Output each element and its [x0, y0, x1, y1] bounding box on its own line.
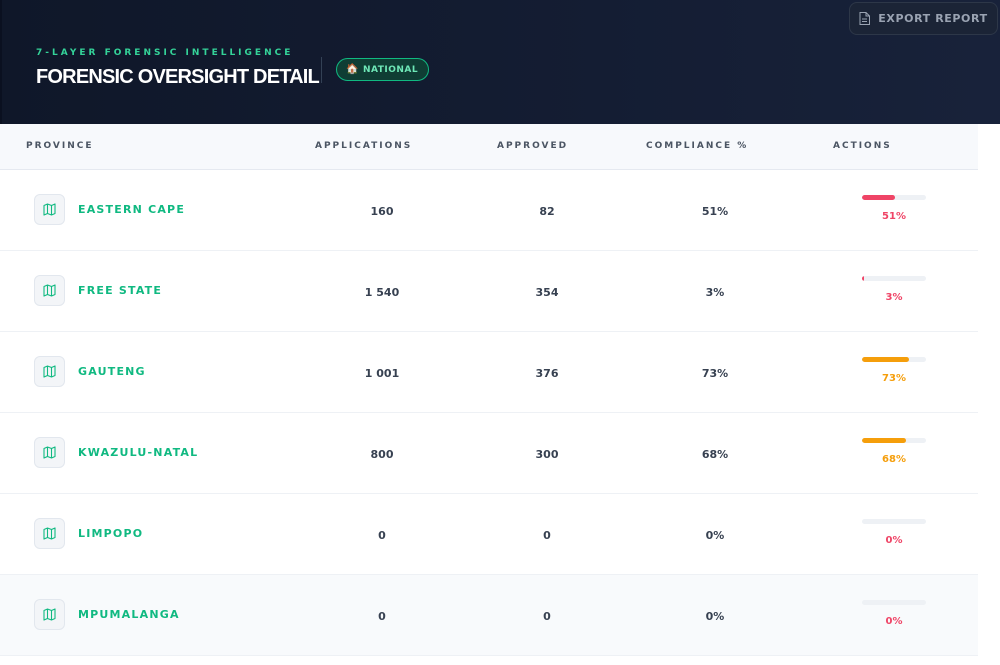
compliance-progress-bar — [862, 600, 926, 605]
map-icon — [34, 437, 65, 468]
applications-value: 160 — [370, 205, 394, 218]
compliance-progress-bar — [862, 357, 926, 362]
export-report-label: EXPORT REPORT — [878, 12, 988, 25]
page-eyebrow: 7-LAYER FORENSIC INTELLIGENCE — [36, 48, 294, 58]
compliance-progress-bar — [862, 438, 926, 443]
province-name-link[interactable]: FREE STATE — [78, 284, 162, 297]
compliance-progress-bar — [862, 519, 926, 524]
column-header-approved: APPROVED — [497, 141, 569, 151]
column-header-compliance: COMPLIANCE % — [646, 141, 749, 151]
table-row: KWAZULU-NATAL 800 300 68% 68% — [0, 413, 978, 494]
province-name-link[interactable]: GAUTENG — [78, 365, 146, 378]
document-icon — [859, 12, 871, 25]
applications-value: 1 001 — [364, 367, 400, 380]
table-row: EASTERN CAPE 160 82 51% 51% — [0, 170, 978, 251]
compliance-progress-label: 51% — [882, 211, 906, 222]
table-row: LIMPOPO 0 0 0% 0% — [0, 494, 978, 575]
compliance-progress-bar — [862, 276, 926, 281]
map-icon — [34, 194, 65, 225]
table-row: FREE STATE 1 540 354 3% 3% — [0, 251, 978, 332]
page-header: 7-LAYER FORENSIC INTELLIGENCE FORENSIC O… — [0, 0, 1000, 124]
province-name-link[interactable]: EASTERN CAPE — [78, 203, 185, 216]
compliance-value: 73% — [701, 367, 729, 380]
map-icon — [34, 275, 65, 306]
scope-badge: 🏠 NATIONAL — [336, 58, 430, 81]
compliance-progress-fill — [862, 276, 864, 281]
approved-value: 0 — [543, 610, 551, 623]
compliance-value: 0% — [705, 610, 725, 623]
table-header: PROVINCE APPLICATIONS APPROVED COMPLIANC… — [0, 124, 978, 170]
province-name-link[interactable]: LIMPOPO — [78, 527, 143, 540]
approved-value: 0 — [543, 529, 551, 542]
compliance-value: 51% — [701, 205, 729, 218]
compliance-progress-label: 3% — [885, 292, 903, 303]
map-icon — [34, 518, 65, 549]
compliance-progress-fill — [862, 357, 909, 362]
compliance-progress-label: 73% — [882, 373, 906, 384]
province-name-link[interactable]: MPUMALANGA — [78, 608, 180, 621]
compliance-progress-fill — [862, 195, 895, 200]
compliance-value: 68% — [701, 448, 729, 461]
compliance-progress-label: 0% — [885, 535, 903, 546]
approved-value: 376 — [535, 367, 559, 380]
export-report-button[interactable]: EXPORT REPORT — [849, 2, 998, 35]
page-title: FORENSIC OVERSIGHT DETAIL — [36, 66, 320, 88]
compliance-value: 0% — [705, 529, 725, 542]
approved-value: 82 — [539, 205, 555, 218]
province-name-link[interactable]: KWAZULU-NATAL — [78, 446, 198, 459]
house-icon: 🏠 — [346, 63, 359, 75]
header-divider — [321, 57, 322, 83]
table-row: MPUMALANGA 0 0 0% 0% — [0, 575, 978, 656]
compliance-progress-label: 68% — [882, 454, 906, 465]
compliance-value: 3% — [705, 286, 725, 299]
compliance-progress-fill — [862, 438, 906, 443]
approved-value: 300 — [535, 448, 559, 461]
column-header-actions: ACTIONS — [833, 141, 892, 151]
map-icon — [34, 599, 65, 630]
column-header-applications: APPLICATIONS — [315, 141, 413, 151]
applications-value: 800 — [370, 448, 394, 461]
table-row: GAUTENG 1 001 376 73% 73% — [0, 332, 978, 413]
compliance-progress-label: 0% — [885, 616, 903, 627]
approved-value: 354 — [535, 286, 559, 299]
applications-value: 0 — [378, 529, 386, 542]
column-header-province: PROVINCE — [26, 141, 94, 151]
applications-value: 0 — [378, 610, 386, 623]
compliance-progress-bar — [862, 195, 926, 200]
map-icon — [34, 356, 65, 387]
applications-value: 1 540 — [364, 286, 400, 299]
scope-badge-label: NATIONAL — [362, 64, 419, 75]
